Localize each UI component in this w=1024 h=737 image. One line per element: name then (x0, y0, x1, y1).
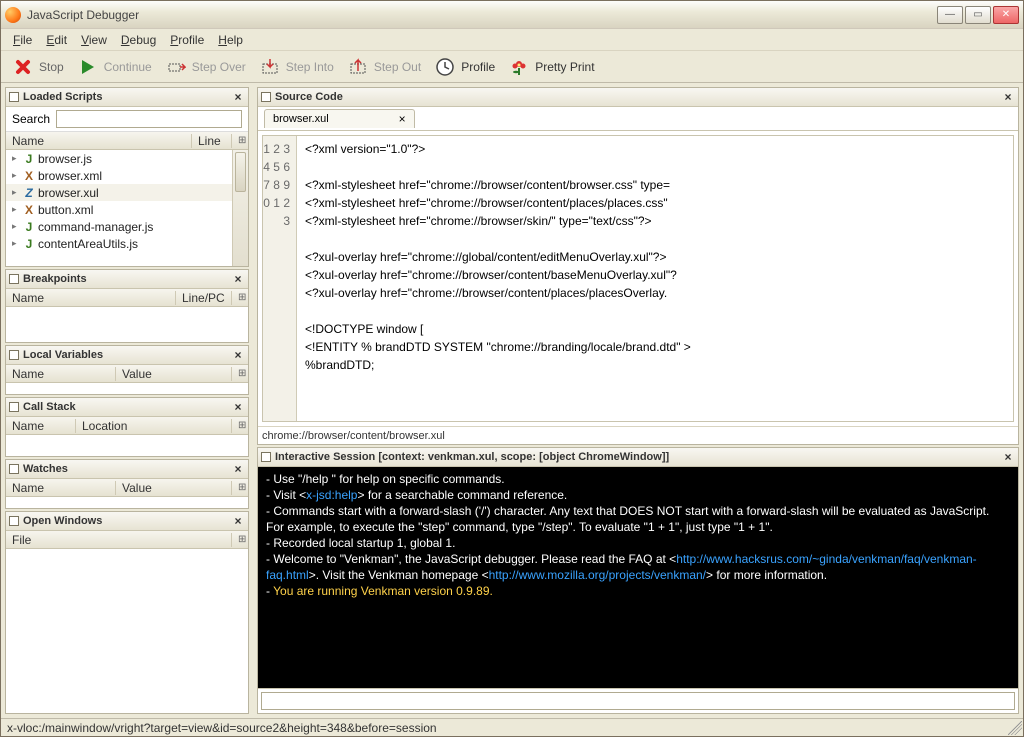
main-window: JavaScript Debugger — ▭ ✕ File Edit View… (0, 0, 1024, 737)
col-value[interactable]: Value (116, 367, 232, 381)
call-stack-panel: Call Stack× NameLocation⊞ (5, 397, 249, 457)
col-name[interactable]: Name (6, 419, 76, 433)
close-button[interactable]: ✕ (993, 6, 1019, 24)
search-label: Search (12, 112, 50, 126)
close-icon[interactable]: × (231, 272, 245, 286)
line-gutter: 1 2 3 4 5 6 7 8 9 0 1 2 3 (263, 136, 297, 421)
search-input[interactable] (56, 110, 242, 128)
code-content: <?xml version="1.0"?> <?xml-stylesheet h… (297, 136, 1013, 421)
loaded-scripts-panel: Loaded Scripts× Search NameLine⊞ ▸Jbrows… (5, 87, 249, 267)
firefox-icon (5, 7, 21, 23)
col-name[interactable]: Name (6, 367, 116, 381)
profile-button[interactable]: Profile (431, 55, 499, 79)
minimize-button[interactable]: — (937, 6, 963, 24)
source-code-panel: Source Code× browser.xul × 1 2 3 4 5 6 7… (257, 87, 1019, 445)
column-picker-icon[interactable]: ⊞ (232, 534, 248, 545)
step-out-icon (348, 57, 368, 77)
panel-toggle-icon[interactable] (9, 92, 19, 102)
step-out-button[interactable]: Step Out (344, 55, 425, 79)
menu-edit[interactable]: Edit (40, 31, 73, 49)
close-icon[interactable]: × (1001, 90, 1015, 104)
col-file[interactable]: File (6, 533, 232, 547)
script-item[interactable]: ▸Jcommand-manager.js (6, 218, 248, 235)
local-variables-panel: Local Variables× NameValue⊞ (5, 345, 249, 395)
column-picker-icon[interactable]: ⊞ (232, 292, 248, 303)
script-item[interactable]: ▸Xbutton.xml (6, 201, 248, 218)
scripts-tree[interactable]: ▸Jbrowser.js▸Xbrowser.xml▸Zbrowser.xul▸X… (6, 150, 248, 266)
breakpoints-panel: Breakpoints× NameLine/PC⊞ (5, 269, 249, 343)
panel-toggle-icon[interactable] (9, 516, 19, 526)
col-value[interactable]: Value (116, 481, 232, 495)
tab-close-icon[interactable]: × (399, 112, 406, 126)
menu-help[interactable]: Help (212, 31, 249, 49)
close-icon[interactable]: × (231, 514, 245, 528)
col-name[interactable]: Name (6, 291, 176, 305)
open-windows-panel: Open Windows× File⊞ (5, 511, 249, 714)
panel-toggle-icon[interactable] (9, 350, 19, 360)
menubar: File Edit View Debug Profile Help (1, 29, 1023, 51)
console-output[interactable]: - Use "/help " for help on specific comm… (258, 467, 1018, 688)
statusbar: x-vloc:/mainwindow/vright?target=view&id… (1, 718, 1023, 736)
menu-file[interactable]: File (7, 31, 38, 49)
stop-button[interactable]: Stop (9, 55, 68, 79)
script-item[interactable]: ▸JcontentAreaUtils.js (6, 235, 248, 252)
continue-icon (78, 57, 98, 77)
close-icon[interactable]: × (231, 90, 245, 104)
column-picker-icon[interactable]: ⊞ (232, 368, 248, 379)
toolbar: Stop Continue Step Over Step Into Step O… (1, 51, 1023, 83)
maximize-button[interactable]: ▭ (965, 6, 991, 24)
script-item[interactable]: ▸Zbrowser.xul (6, 184, 248, 201)
step-into-icon (260, 57, 280, 77)
watches-panel: Watches× NameValue⊞ (5, 459, 249, 509)
col-name[interactable]: Name (6, 481, 116, 495)
continue-button[interactable]: Continue (74, 55, 156, 79)
close-icon[interactable]: × (231, 348, 245, 362)
step-over-icon (166, 57, 186, 77)
interactive-session-panel: Interactive Session [context: venkman.xu… (257, 447, 1019, 714)
panel-toggle-icon[interactable] (9, 274, 19, 284)
col-location[interactable]: Location (76, 419, 232, 433)
statusbar-text: x-vloc:/mainwindow/vright?target=view&id… (7, 721, 437, 735)
panel-toggle-icon[interactable] (261, 452, 271, 462)
panel-toggle-icon[interactable] (261, 92, 271, 102)
script-item[interactable]: ▸Jbrowser.js (6, 150, 248, 167)
flower-icon (509, 57, 529, 77)
step-into-button[interactable]: Step Into (256, 55, 338, 79)
menu-profile[interactable]: Profile (164, 31, 210, 49)
console-input[interactable] (261, 692, 1015, 710)
window-title: JavaScript Debugger (27, 8, 937, 22)
tab-label: browser.xul (273, 113, 329, 125)
source-path: chrome://browser/content/browser.xul (258, 426, 1018, 444)
code-viewer[interactable]: 1 2 3 4 5 6 7 8 9 0 1 2 3 <?xml version=… (262, 135, 1014, 422)
breakpoints-list[interactable] (6, 307, 248, 342)
clock-icon (435, 57, 455, 77)
script-item[interactable]: ▸Xbrowser.xml (6, 167, 248, 184)
stop-icon (13, 57, 33, 77)
column-picker-icon[interactable]: ⊞ (232, 482, 248, 493)
close-icon[interactable]: × (1001, 450, 1015, 464)
menu-debug[interactable]: Debug (115, 31, 162, 49)
col-name[interactable]: Name (6, 134, 192, 148)
close-icon[interactable]: × (231, 462, 245, 476)
source-tab[interactable]: browser.xul × (264, 109, 415, 128)
column-picker-icon[interactable]: ⊞ (232, 135, 248, 146)
pretty-print-button[interactable]: Pretty Print (505, 55, 598, 79)
resize-grip-icon[interactable] (1008, 721, 1022, 735)
panel-toggle-icon[interactable] (9, 402, 19, 412)
column-picker-icon[interactable]: ⊞ (232, 420, 248, 431)
col-linepc[interactable]: Line/PC (176, 291, 232, 305)
panel-toggle-icon[interactable] (9, 464, 19, 474)
close-icon[interactable]: × (231, 400, 245, 414)
menu-view[interactable]: View (75, 31, 113, 49)
callstack-list[interactable] (6, 435, 248, 456)
col-line[interactable]: Line (192, 134, 232, 148)
titlebar: JavaScript Debugger — ▭ ✕ (1, 1, 1023, 29)
step-over-button[interactable]: Step Over (162, 55, 250, 79)
